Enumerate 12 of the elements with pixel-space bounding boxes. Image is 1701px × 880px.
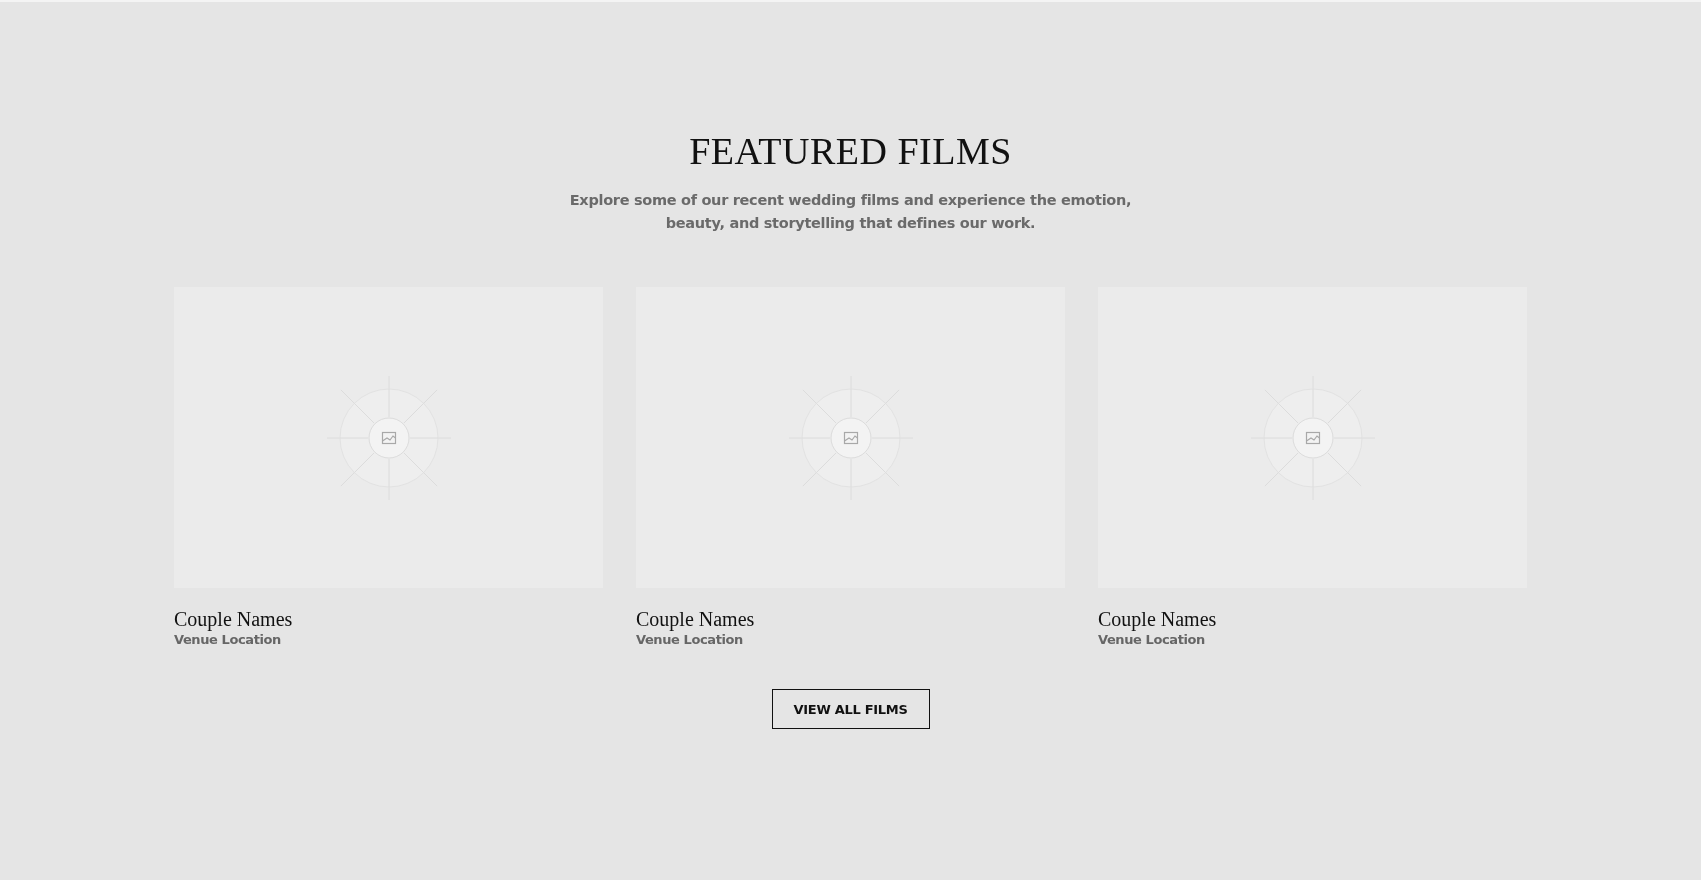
section-subtitle: Explore some of our recent wedding films and experience the emotion, beauty, and storytelling that defines our work. [568,191,1133,233]
section-title: FEATURED FILMS [689,129,1012,174]
venue-location: Venue Location [1098,631,1205,649]
film-thumbnail[interactable] [174,287,603,588]
film-thumbnail[interactable] [636,287,1065,588]
venue-location: Venue Location [636,631,743,649]
couple-names: Couple Names [174,607,293,631]
venue-location: Venue Location [174,631,281,649]
couple-names: Couple Names [1098,607,1217,631]
film-thumbnail[interactable] [1098,287,1527,588]
view-all-films-button[interactable]: VIEW ALL FILMS [771,689,930,729]
couple-names: Couple Names [636,607,755,631]
